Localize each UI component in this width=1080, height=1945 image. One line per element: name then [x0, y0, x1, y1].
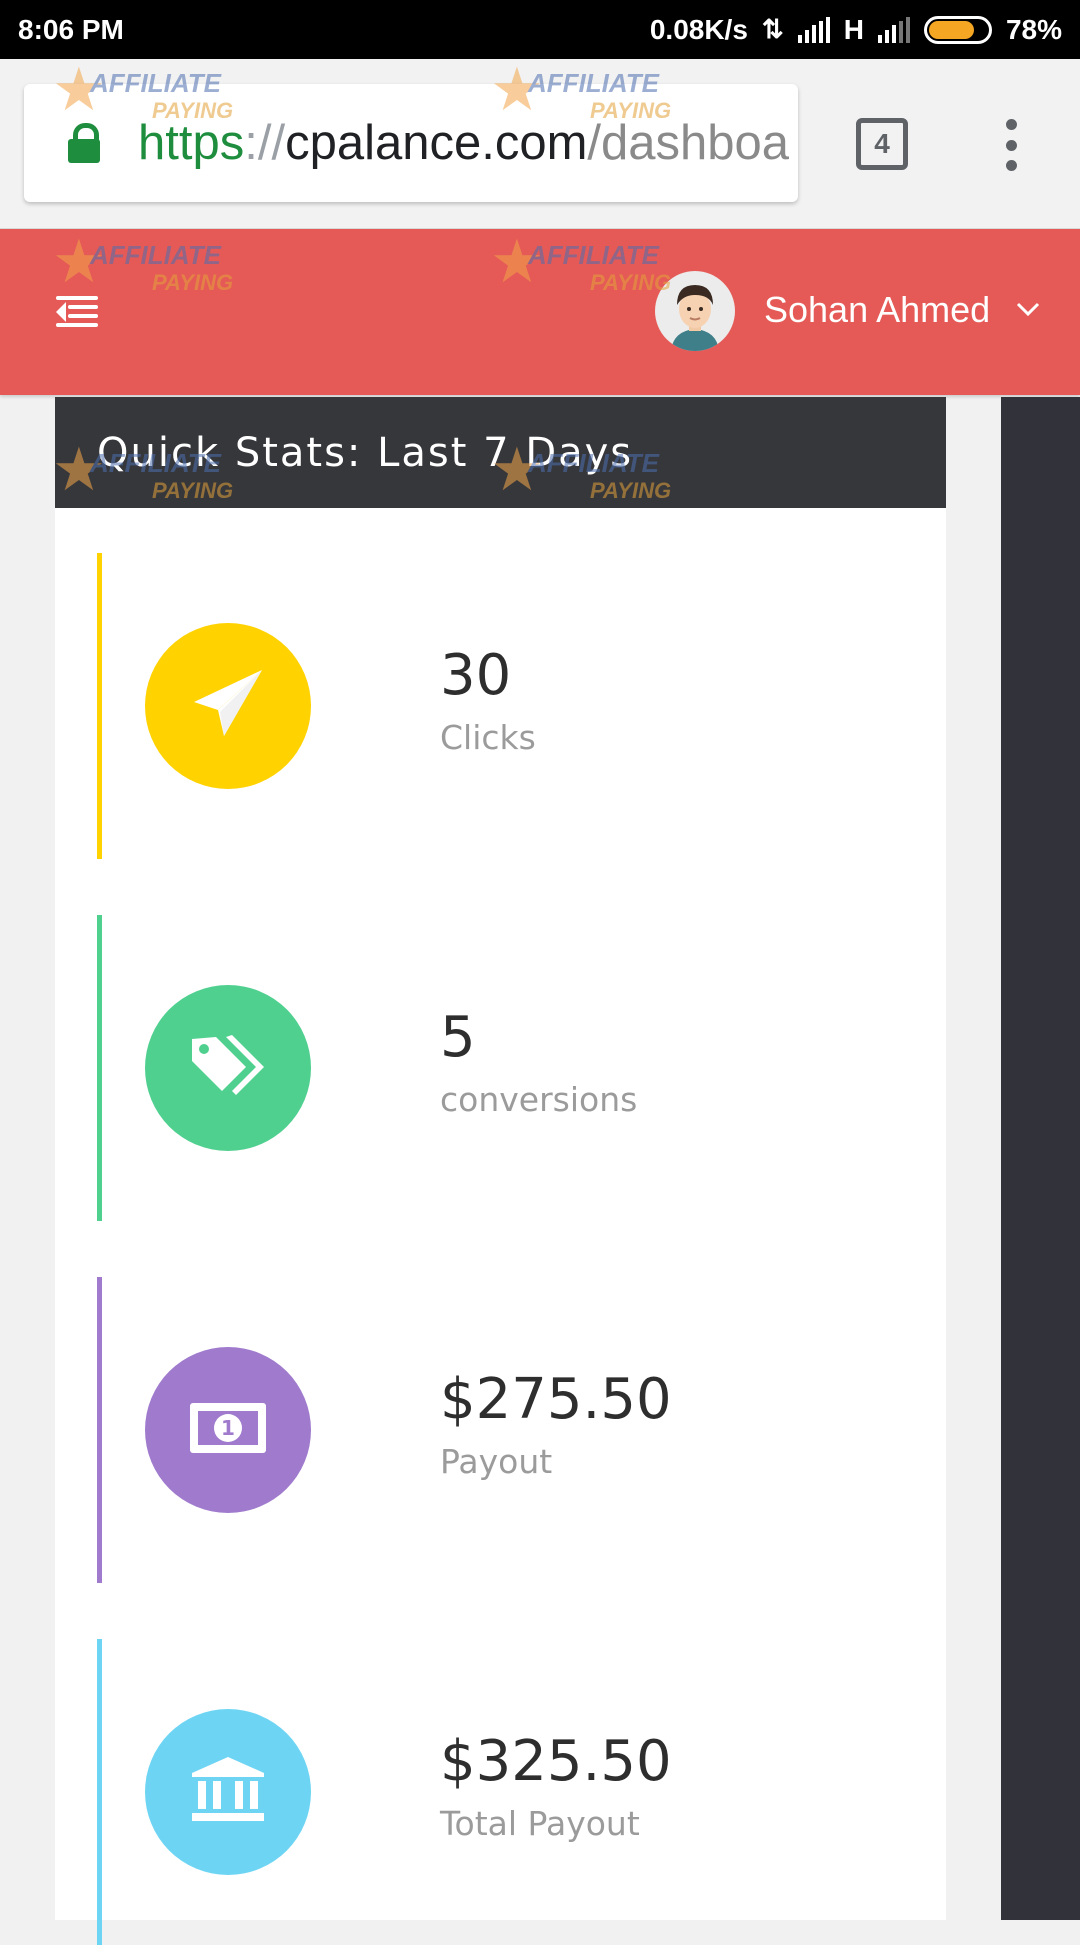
address-bar[interactable]: https://cpalance.com/dashboa	[24, 84, 798, 202]
stat-label: conversions	[440, 1080, 638, 1119]
stat-label: Clicks	[440, 718, 536, 757]
lock-icon	[66, 123, 102, 163]
network-type: H	[843, 13, 864, 45]
user-name[interactable]: Sohan Ahmed	[764, 289, 990, 331]
battery-percent: 78%	[1005, 13, 1062, 45]
stat-value: $275.50	[440, 1367, 672, 1432]
paper-plane-icon	[190, 666, 266, 746]
svg-text:1: 1	[221, 1416, 235, 1440]
stat-label: Payout	[440, 1442, 553, 1481]
stat-accent-bar	[97, 1277, 102, 1583]
browser-toolbar: https://cpalance.com/dashboa 4	[0, 59, 1080, 229]
bank-icon	[192, 1757, 264, 1827]
money-bill-icon: 1	[190, 1403, 266, 1457]
status-time: 8:06 PM	[18, 13, 124, 45]
tags-icon	[188, 1031, 268, 1105]
panel-title: Quick Stats: Last 7 Days	[55, 397, 946, 508]
chevron-down-icon[interactable]	[1016, 301, 1040, 321]
stat-item-total-payout: $325.50 Total Payout	[97, 1639, 897, 1945]
status-indicators: 0.08K/s ⇅ H 78%	[650, 14, 1062, 46]
stat-item-clicks: 30 Clicks	[97, 553, 897, 859]
stat-value: 5	[440, 1005, 476, 1070]
network-speed: 0.08K/s	[649, 13, 748, 45]
avatar[interactable]	[655, 271, 735, 351]
stat-icon-circle	[145, 985, 311, 1151]
stat-item-conversions: 5 conversions	[97, 915, 897, 1221]
battery-icon	[923, 15, 992, 44]
url-text[interactable]: https://cpalance.com/dashboa	[138, 115, 789, 171]
stat-icon-circle	[145, 1709, 311, 1875]
tab-switcher-button[interactable]: 4	[856, 118, 908, 170]
stat-label: Total Payout	[440, 1804, 640, 1843]
stat-accent-bar	[97, 915, 102, 1221]
stat-icon-circle: 1	[145, 1347, 311, 1513]
app-header: Sohan Ahmed	[0, 229, 1080, 395]
stat-accent-bar	[97, 1639, 102, 1945]
stat-item-payout: 1 $275.50 Payout	[97, 1277, 897, 1583]
signal-icon	[797, 16, 830, 43]
stat-icon-circle	[145, 623, 311, 789]
side-panel-edge	[1001, 397, 1080, 1920]
stat-accent-bar	[97, 553, 102, 859]
stat-value: 30	[440, 643, 512, 708]
data-activity-icon: ⇅	[761, 14, 784, 44]
status-bar: 8:06 PM 0.08K/s ⇅ H 78%	[0, 0, 1080, 59]
signal-icon-2	[877, 16, 910, 43]
more-vert-icon[interactable]	[996, 119, 1026, 171]
menu-collapse-icon[interactable]	[56, 296, 98, 328]
stat-value: $325.50	[440, 1729, 672, 1794]
